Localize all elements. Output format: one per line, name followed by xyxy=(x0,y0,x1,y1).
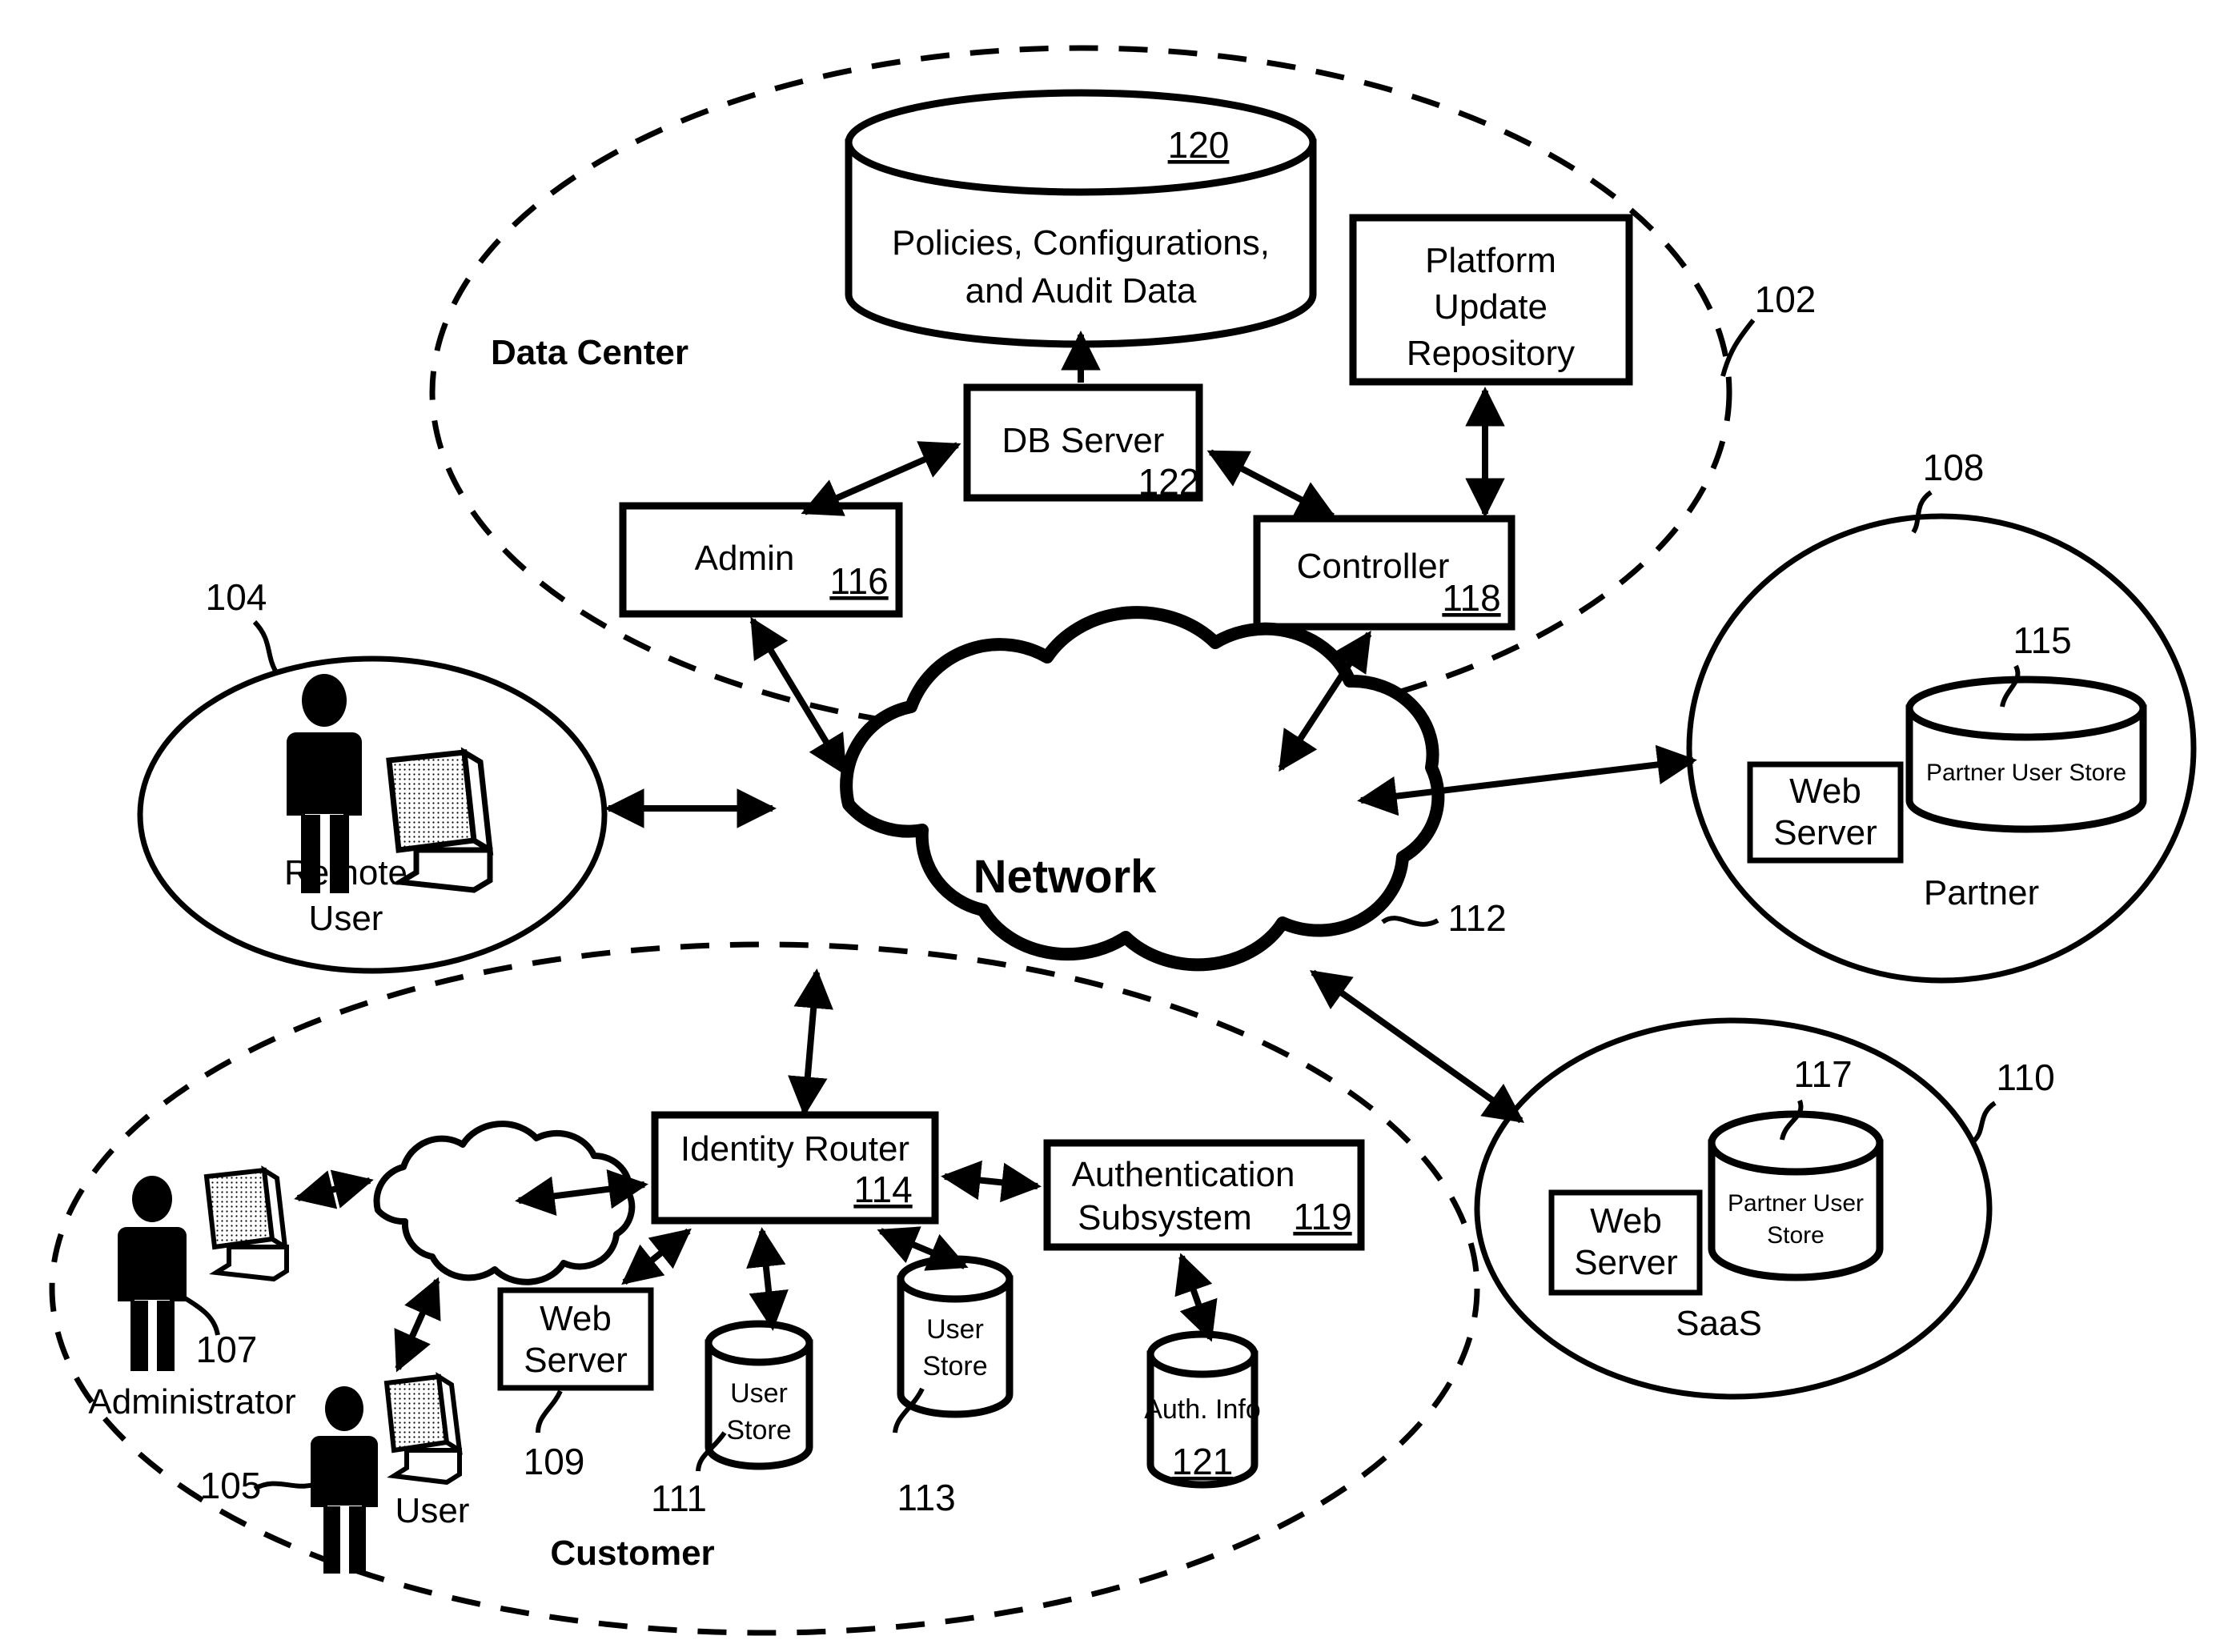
ref-116: 116 xyxy=(829,560,888,602)
arrow-admin-to-network xyxy=(749,616,848,776)
ref-117: 117 xyxy=(1793,1053,1852,1095)
customer-web-server-line1: Web xyxy=(540,1299,612,1338)
auth-info-label: Auth. Info xyxy=(1144,1394,1261,1425)
ref-112: 112 xyxy=(1447,897,1506,939)
customer-user-label: User xyxy=(395,1491,470,1530)
ref-110: 110 xyxy=(1996,1057,2054,1098)
remote-user-label-line1: Remote xyxy=(284,853,407,892)
ref-108: 108 xyxy=(1923,447,1985,488)
ref-121: 121 xyxy=(1172,1441,1234,1482)
ref-118: 118 xyxy=(1442,577,1500,619)
user-store-111-line1: User xyxy=(730,1378,788,1409)
region-label-partner: Partner xyxy=(1924,873,2039,912)
arrow-identity-router-to-user-store-111 xyxy=(746,1227,789,1331)
identity-router-label: Identity Router xyxy=(680,1129,909,1169)
arrow-admin-monitor-to-internal-cloud xyxy=(294,1169,374,1209)
ref-105: 105 xyxy=(200,1465,262,1506)
platform-update-repo-line1: Platform xyxy=(1425,241,1556,280)
arrow-identity-router-to-auth-subsystem xyxy=(941,1160,1042,1203)
administrator-label: Administrator xyxy=(88,1382,295,1421)
user-store-111-line2: Store xyxy=(726,1415,791,1446)
arrow-controller-db-server xyxy=(1206,449,1337,519)
ref-111: 111 xyxy=(651,1478,707,1519)
saas-web-server-line2: Server xyxy=(1574,1243,1678,1282)
ref-120: 120 xyxy=(1168,124,1230,166)
ref-115: 115 xyxy=(2013,620,2071,661)
ref-107: 107 xyxy=(196,1329,258,1370)
platform-update-repo-line2: Update xyxy=(1434,287,1548,327)
arrow-admin-db-server xyxy=(801,441,961,516)
customer-web-server-line2: Server xyxy=(524,1341,628,1380)
policies-db-label-line1: Policies, Configurations, xyxy=(892,223,1270,263)
arrow-user-monitor-to-internal-cloud xyxy=(394,1277,441,1373)
partner-web-server-line2: Server xyxy=(1773,813,1877,852)
partner-web-server-line1: Web xyxy=(1789,772,1861,811)
admin-label: Admin xyxy=(695,539,795,578)
administrator-person-icon xyxy=(118,1176,187,1371)
remote-user-label-line2: User xyxy=(309,899,383,938)
region-label-customer: Customer xyxy=(550,1534,714,1573)
ref-104: 104 xyxy=(206,576,267,618)
user-store-113-line1: User xyxy=(926,1314,984,1345)
customer-user-monitor-icon xyxy=(383,1372,463,1486)
ref-119: 119 xyxy=(1293,1196,1351,1237)
partner-user-store-label: Partner User Store xyxy=(1926,760,2126,786)
network-cloud-label: Network xyxy=(973,851,1158,903)
ref-114: 114 xyxy=(853,1169,912,1210)
auth-subsystem-line2: Subsystem xyxy=(1078,1198,1252,1237)
saas-web-server-line1: Web xyxy=(1590,1201,1662,1241)
ref-113: 113 xyxy=(897,1477,955,1518)
user-store-113-line2: Store xyxy=(922,1351,987,1381)
saas-user-store-line2: Store xyxy=(1767,1222,1825,1249)
region-label-data-center: Data Center xyxy=(491,333,688,372)
figure-canvas: 120 Policies, Configurations, and Audit … xyxy=(0,0,2228,1652)
arrow-network-to-saas xyxy=(1309,969,1525,1124)
internal-network-cloud xyxy=(373,1121,636,1285)
controller-label: Controller xyxy=(1297,547,1450,586)
platform-update-repo-line3: Repository xyxy=(1407,334,1575,373)
ref-122: 122 xyxy=(1138,461,1200,503)
ref-109: 109 xyxy=(524,1441,585,1482)
arrow-network-to-identity-router xyxy=(788,968,833,1117)
partner-user-store-cylinder xyxy=(1905,676,2147,833)
customer-user-person-icon xyxy=(311,1386,378,1574)
administrator-monitor-icon xyxy=(203,1165,289,1282)
ref-102: 102 xyxy=(1755,279,1817,320)
saas-user-store-line1: Partner User xyxy=(1728,1190,1864,1217)
arrow-auth-subsystem-to-auth-info xyxy=(1174,1253,1218,1342)
db-server-label: DB Server xyxy=(1002,421,1165,460)
region-label-saas: SaaS xyxy=(1676,1304,1762,1343)
policies-db-label-line2: and Audit Data xyxy=(965,271,1197,311)
region-boundary-customer xyxy=(49,941,1480,1636)
auth-subsystem-line1: Authentication xyxy=(1072,1155,1295,1194)
arrow-identity-router-to-web-server xyxy=(621,1228,692,1285)
